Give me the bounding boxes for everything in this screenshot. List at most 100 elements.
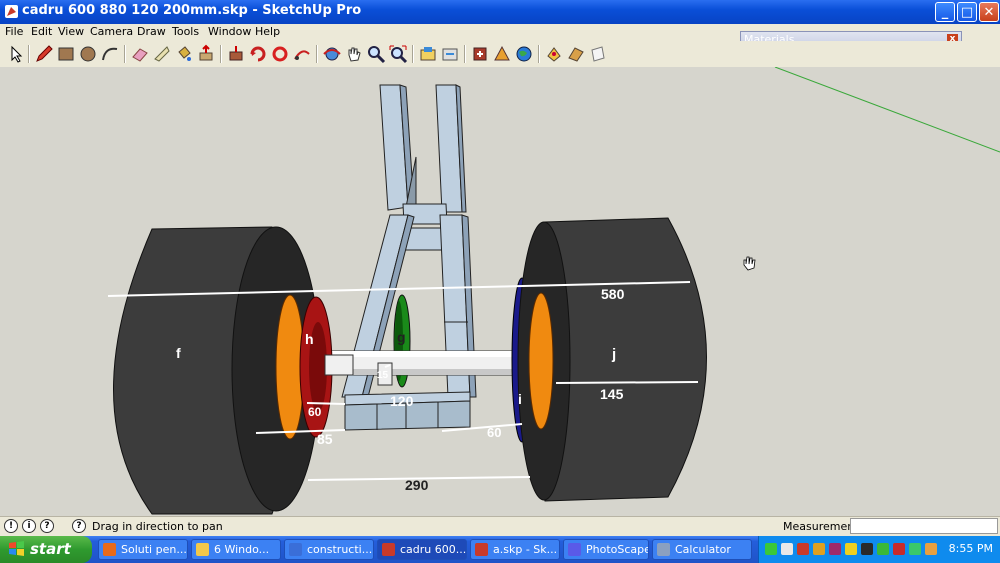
- pencil-tool-icon[interactable]: [34, 44, 54, 64]
- tray-icon-antivirus[interactable]: [797, 543, 809, 555]
- system-tray: 8:55 PM: [758, 536, 1000, 563]
- sketchup-icon: [475, 543, 488, 556]
- help-icon[interactable]: ?: [72, 519, 86, 533]
- paint-bucket-icon[interactable]: [174, 44, 194, 64]
- dimension-120: 120: [390, 393, 414, 409]
- styles-icon[interactable]: [566, 44, 586, 64]
- tray-icon-media[interactable]: [829, 543, 841, 555]
- status-bar: ! i ? ? Drag in direction to pan Measure…: [0, 516, 1000, 537]
- menu-window[interactable]: Window: [208, 25, 251, 38]
- maximize-button[interactable]: □: [957, 2, 977, 22]
- credits-icon[interactable]: i: [22, 519, 36, 533]
- green-axis-line: [774, 67, 1000, 153]
- select-tool-icon[interactable]: [6, 44, 26, 64]
- tray-icon-update[interactable]: [861, 543, 873, 555]
- dimension-60-left: 60: [308, 405, 322, 419]
- pan-tool-icon[interactable]: [344, 44, 364, 64]
- toolbar-separator: [28, 45, 30, 63]
- system-clock: 8:55 PM: [948, 542, 993, 555]
- folder-icon: [196, 543, 209, 556]
- task-photoscape[interactable]: PhotoScape: [563, 539, 649, 560]
- share-model-icon[interactable]: [440, 44, 460, 64]
- task-a-skp[interactable]: a.skp - Sk...: [470, 539, 560, 560]
- dimension-60-right: 60: [487, 425, 501, 440]
- document-icon: [289, 543, 302, 556]
- sketchup-app-icon: [5, 5, 18, 18]
- model-viewport[interactable]: f h g j i 580 145 120 60 60 85 290 15: [0, 67, 1000, 516]
- title-bar: cadru 600 880 120 200mm.skp - SketchUp P…: [0, 0, 1000, 24]
- window-title: cadru 600 880 120 200mm.skp - SketchUp P…: [22, 3, 362, 18]
- sketchup-icon: [382, 543, 395, 556]
- menu-tools[interactable]: Tools: [172, 25, 199, 38]
- dimension-85: 85: [317, 431, 333, 447]
- hub-orange-right: [528, 292, 554, 430]
- tray-icon-display[interactable]: [781, 543, 793, 555]
- toolbar-separator: [316, 45, 318, 63]
- extension-warehouse-icon[interactable]: [470, 44, 490, 64]
- rectangle-tool-icon[interactable]: [56, 44, 76, 64]
- components-icon[interactable]: [544, 44, 564, 64]
- move-tool-icon[interactable]: [226, 44, 246, 64]
- instructor-icon[interactable]: ?: [40, 519, 54, 533]
- menu-draw[interactable]: Draw: [137, 25, 166, 38]
- measurements-input[interactable]: [850, 518, 998, 534]
- task-calculator[interactable]: Calculator: [652, 539, 752, 560]
- task-cadru-sketchup[interactable]: cadru 600...: [377, 539, 467, 560]
- toolbar-separator: [464, 45, 466, 63]
- eraser-tool-icon[interactable]: [130, 44, 150, 64]
- menu-edit[interactable]: Edit: [31, 25, 52, 38]
- tray-icon-messenger[interactable]: [845, 543, 857, 555]
- tray-icon-app[interactable]: [925, 543, 937, 555]
- task-firefox[interactable]: Soluti pen...: [98, 539, 188, 560]
- menu-help[interactable]: Help: [255, 25, 280, 38]
- task-windows-explorer[interactable]: 6 Windo...: [191, 539, 281, 560]
- dimension-290: 290: [405, 477, 429, 493]
- section-plane-icon[interactable]: [588, 44, 608, 64]
- close-button[interactable]: ✕: [979, 2, 999, 22]
- firefox-icon: [103, 543, 116, 556]
- get-models-icon[interactable]: [418, 44, 438, 64]
- photoscape-icon: [568, 543, 581, 556]
- menu-camera[interactable]: Camera: [90, 25, 133, 38]
- model-canvas[interactable]: f h g j i 580 145 120 60 60 85 290 15: [0, 67, 1000, 516]
- axle-stub-left: [324, 354, 354, 376]
- zoom-tool-icon[interactable]: [366, 44, 386, 64]
- toolbar-separator: [124, 45, 126, 63]
- tray-icon-network[interactable]: [765, 543, 777, 555]
- arc-tool-icon[interactable]: [100, 44, 120, 64]
- label-h: h: [305, 331, 314, 347]
- task-constructi[interactable]: constructi...: [284, 539, 374, 560]
- layout-icon[interactable]: [492, 44, 512, 64]
- circle-tool-icon[interactable]: [78, 44, 98, 64]
- start-button[interactable]: start: [0, 536, 92, 563]
- push-pull-icon[interactable]: [196, 44, 216, 64]
- toolbar-separator: [220, 45, 222, 63]
- toolbar: [0, 41, 1000, 68]
- orbit-tool-icon[interactable]: [322, 44, 342, 64]
- menu-file[interactable]: File: [5, 25, 23, 38]
- tray-icon-volume[interactable]: [813, 543, 825, 555]
- dimension-580: 580: [601, 286, 625, 302]
- pan-cursor-icon: [743, 256, 756, 271]
- follow-me-icon[interactable]: [270, 44, 290, 64]
- windows-flag-icon: [9, 541, 24, 556]
- zoom-extents-icon[interactable]: [388, 44, 408, 64]
- geo-location-icon[interactable]: !: [4, 519, 18, 533]
- rotate-tool-icon[interactable]: [248, 44, 268, 64]
- toolbar-separator: [538, 45, 540, 63]
- tray-icon-bluetooth[interactable]: [877, 543, 889, 555]
- minimize-button[interactable]: _: [935, 2, 955, 22]
- offset-tool-icon[interactable]: [292, 44, 312, 64]
- label-i: i: [518, 391, 522, 407]
- menu-view[interactable]: View: [58, 25, 84, 38]
- tray-icon-power[interactable]: [909, 543, 921, 555]
- google-earth-icon[interactable]: [514, 44, 534, 64]
- tape-measure-icon[interactable]: [152, 44, 172, 64]
- taskbar: start Soluti pen... 6 Windo... construct…: [0, 536, 1000, 563]
- calculator-icon: [657, 543, 670, 556]
- dimension-15: 15: [377, 370, 389, 381]
- label-g: g: [397, 329, 406, 345]
- status-message: Drag in direction to pan: [92, 520, 223, 533]
- toolbar-separator: [412, 45, 414, 63]
- tray-icon-security[interactable]: [893, 543, 905, 555]
